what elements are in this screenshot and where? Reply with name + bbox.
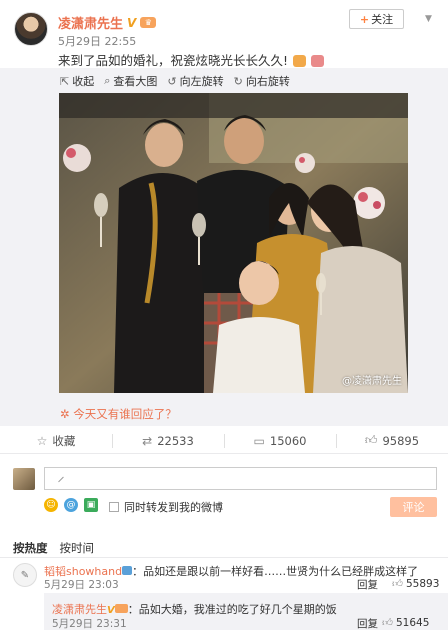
reply-username[interactable]: 凌潇肃先生 (52, 603, 107, 616)
collapse-button[interactable]: ⇱ 收起 (60, 73, 94, 89)
repost-icon: ⇄ (142, 433, 153, 448)
repost-also-checkbox[interactable]: 同时转发到我的微博 (109, 499, 223, 515)
favorite-label: 收藏 (52, 433, 76, 448)
rotate-right-button[interactable]: ↻ 向右旋转 (234, 73, 290, 89)
vip-crown-icon (114, 604, 128, 613)
star-icon: ☆ (36, 433, 48, 448)
follow-button[interactable]: + 关注 (349, 9, 404, 29)
like-button[interactable]: 👍︎ 95895 (336, 428, 448, 453)
thumbs-up-icon: 👍︎ (364, 433, 378, 447)
divider (0, 557, 448, 558)
tab-by-hot[interactable]: 按热度 (13, 540, 48, 556)
rotate-left-label: 向左旋转 (179, 75, 224, 88)
checkbox[interactable] (109, 502, 119, 512)
rotate-left-icon: ↺ (167, 74, 177, 88)
input-pointer-icon (53, 471, 64, 483)
emoji-picker-icon[interactable]: ☺ (44, 498, 58, 512)
emoji-icon (293, 55, 306, 67)
vip-crown-icon: ♛ (140, 17, 157, 28)
comment-icon: ▭ (253, 433, 265, 448)
comment-count: 15060 (269, 433, 307, 448)
reply-button[interactable]: 回复 (357, 616, 378, 630)
favorite-button[interactable]: ☆ 收藏 (0, 428, 112, 453)
reply-line: 凌潇肃先生V ：品如大婚，我准过的吃了好几个星期的饭 (52, 601, 337, 617)
submit-comment-button[interactable]: 评论 (390, 497, 437, 517)
reply-like-button[interactable]: 👍︎ 51645 (382, 616, 430, 630)
composer-tools: ☺ @ ▣ (44, 498, 98, 512)
rotate-right-label: 向右旋转 (245, 75, 290, 88)
image-upload-icon[interactable]: ▣ (84, 498, 98, 512)
rotate-right-icon: ↻ (233, 74, 243, 88)
zoom-icon: ⌕ (104, 74, 111, 87)
prompt-link-text: 今天又有谁回应了？ (73, 407, 177, 421)
commenter-avatar[interactable]: ✎ (13, 563, 37, 587)
post-time[interactable]: 5月29日 22:55 (58, 33, 136, 49)
comment-like-button[interactable]: 👍︎ 55893 (392, 577, 440, 591)
view-large-button[interactable]: ⌕ 查看大图 (104, 73, 157, 89)
photo-toolbar: ⇱ 收起 ⌕ 查看大图 ↺ 向左旋转 ↻ 向右旋转 (60, 73, 290, 89)
comment-time: 5月29日 23:03 (44, 579, 119, 591)
comment-button[interactable]: ▭ 15060 (224, 428, 336, 453)
comment-input[interactable] (44, 467, 437, 490)
emoji-icon (310, 55, 324, 67)
tab-by-time[interactable]: 按时间 (60, 540, 95, 556)
repost-also-label: 同时转发到我的微博 (124, 501, 223, 514)
post-text-body: 来到了品如的婚礼，祝瓷炫晓光长长久久! (58, 53, 289, 68)
prompt-link[interactable]: ✲ 今天又有谁回应了？ (60, 406, 177, 422)
photo-watermark: @凌潇肃先生 (342, 376, 402, 387)
thumbs-up-icon: 👍︎ (382, 617, 393, 629)
member-badge-icon (122, 566, 133, 575)
rotate-left-button[interactable]: ↺ 向左旋转 (167, 73, 223, 89)
thumbs-up-icon: 👍︎ (392, 578, 403, 590)
collapse-label: 收起 (72, 75, 95, 88)
verified-badge-icon: V (127, 15, 137, 30)
post-text: 来到了品如的婚礼，祝瓷炫晓光长长久久! (58, 50, 324, 69)
author-name[interactable]: 凌潇肃先生 (58, 13, 123, 32)
repost-count: 22533 (157, 433, 194, 448)
collapse-icon: ⇱ (60, 74, 70, 88)
view-large-label: 查看大图 (113, 75, 158, 88)
photo-illustration (59, 93, 408, 393)
post-photo[interactable]: @凌潇肃先生 (59, 93, 408, 393)
reply-button[interactable]: 回复 (357, 577, 378, 592)
mention-icon[interactable]: @ (64, 498, 78, 512)
action-bar: ☆ 收藏 ⇄ 22533 ▭ 15060 👍︎ 95895 (0, 428, 448, 454)
comment-sort-tabs: 按热度 按时间 (13, 540, 94, 556)
verified-badge-icon: V (107, 605, 115, 616)
plus-icon: + (359, 12, 370, 26)
author-line: 凌潇肃先生 V ♛ (58, 13, 157, 32)
chevron-down-icon[interactable]: ▼ (425, 14, 432, 24)
like-count: 95895 (382, 433, 420, 448)
sparkle-icon: ✲ (60, 407, 74, 421)
author-avatar[interactable] (14, 12, 48, 46)
comment-like-count: 55893 (405, 577, 440, 590)
current-user-avatar[interactable] (13, 468, 35, 490)
follow-label: 关注 (371, 13, 394, 26)
reply-like-count: 51645 (395, 616, 430, 629)
reply-text: ：品如大婚，我准过的吃了好几个星期的饭 (127, 603, 337, 616)
repost-button[interactable]: ⇄ 22533 (112, 428, 224, 453)
reply-time: 5月29日 23:31 (52, 618, 127, 630)
weibo-post-card: 凌潇肃先生 V ♛ 5月29日 22:55 + 关注 ▼ 来到了品如的婚礼，祝瓷… (0, 0, 448, 630)
